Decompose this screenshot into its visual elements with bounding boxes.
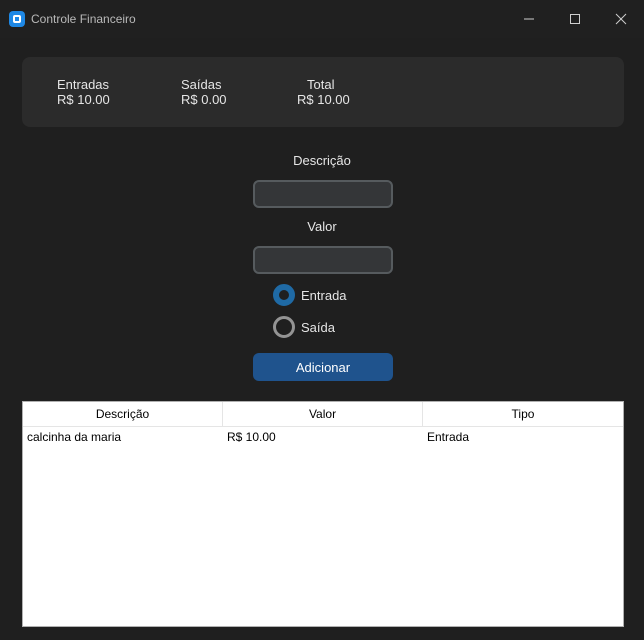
saidas-label: Saídas xyxy=(181,77,222,92)
descricao-input[interactable] xyxy=(255,182,391,206)
close-button[interactable] xyxy=(598,0,644,38)
saidas-value: R$ 0.00 xyxy=(181,92,227,107)
valor-input[interactable] xyxy=(255,248,391,272)
radio-saida-label[interactable]: Saída xyxy=(301,320,335,335)
column-header-tipo[interactable]: Tipo xyxy=(423,402,623,426)
window-title: Controle Financeiro xyxy=(31,12,136,26)
maximize-button[interactable] xyxy=(552,0,598,38)
summary-total: Total R$ 10.00 xyxy=(297,77,350,107)
radio-entrada-indicator[interactable] xyxy=(273,284,295,306)
summary-entradas: Entradas R$ 10.00 xyxy=(57,77,110,107)
window-controls xyxy=(506,0,644,38)
radio-entrada[interactable]: Entrada xyxy=(273,284,347,306)
total-value: R$ 10.00 xyxy=(297,92,350,107)
summary-saidas: Saídas R$ 0.00 xyxy=(181,77,227,107)
minimize-icon xyxy=(524,18,534,20)
table-row[interactable]: calcinha da maria R$ 10.00 Entrada xyxy=(23,427,623,447)
radio-saida-indicator[interactable] xyxy=(273,316,295,338)
radio-entrada-label[interactable]: Entrada xyxy=(301,288,347,303)
descricao-field[interactable] xyxy=(253,180,393,208)
app-window: Controle Financeiro Entradas R$ 10.00 Sa… xyxy=(0,0,644,640)
title-bar[interactable]: Controle Financeiro xyxy=(0,0,644,38)
cell-descricao: calcinha da maria xyxy=(27,430,122,444)
transactions-table[interactable]: Descrição Valor Tipo calcinha da maria R… xyxy=(22,401,624,627)
entradas-label: Entradas xyxy=(57,77,110,92)
add-button[interactable]: Adicionar xyxy=(253,353,393,381)
descricao-label: Descrição xyxy=(293,153,351,168)
valor-field[interactable] xyxy=(253,246,393,274)
minimize-button[interactable] xyxy=(506,0,552,38)
entradas-value: R$ 10.00 xyxy=(57,92,110,107)
cell-tipo: Entrada xyxy=(427,430,470,444)
valor-label: Valor xyxy=(307,219,337,234)
radio-saida[interactable]: Saída xyxy=(273,316,335,338)
column-header-descricao[interactable]: Descrição xyxy=(23,402,223,426)
table-header: Descrição Valor Tipo xyxy=(23,402,623,427)
maximize-icon xyxy=(570,14,580,24)
cell-valor: R$ 10.00 xyxy=(227,430,276,444)
column-header-valor[interactable]: Valor xyxy=(223,402,423,426)
summary-panel: Entradas R$ 10.00 Saídas R$ 0.00 Total R… xyxy=(22,57,624,127)
app-icon xyxy=(9,11,25,27)
total-label: Total xyxy=(307,77,335,92)
close-icon xyxy=(615,13,627,25)
